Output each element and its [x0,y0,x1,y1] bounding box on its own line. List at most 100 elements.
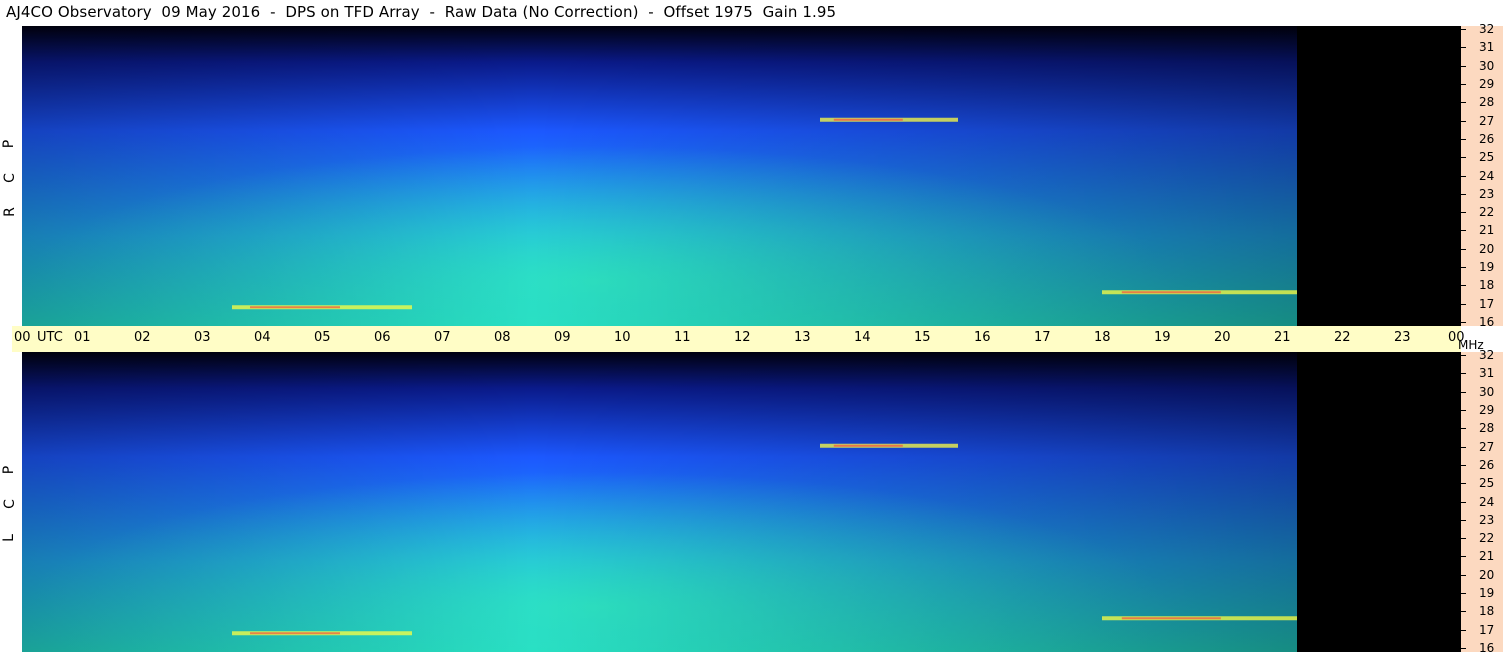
rcp-freq-tick [1461,230,1466,232]
rcp-freq-tick [1461,83,1466,85]
time-tick-label: 11 [674,330,691,345]
lcp-freq-tick-label: 21 [1479,549,1495,564]
rcp-freq-tick [1461,175,1466,177]
time-tick-label: 01 [74,330,91,345]
rcp-freq-tick-label: 19 [1479,260,1495,275]
feature-peak [833,118,903,121]
lcp-freq-tick [1461,409,1466,411]
rcp-freq-tick-label: 27 [1479,113,1495,128]
rcp-freq-tick [1461,138,1466,140]
time-tick-label: 20 [1214,330,1231,345]
time-tick-label: 09 [554,330,571,345]
rcp-freq-tick [1461,212,1466,214]
feature-peak [833,444,903,447]
time-tick-label: 07 [434,330,451,345]
lcp-freq-tick [1461,373,1466,375]
rcp-no-data-region [1297,26,1461,326]
rcp-freq-tick-label: 25 [1479,150,1495,165]
lcp-spectrogram [22,352,1297,652]
feature-peak [1121,617,1221,620]
time-tick-label: 05 [314,330,331,345]
lcp-freq-tick-label: 28 [1479,421,1495,436]
time-tick-label: 03 [194,330,211,345]
lcp-freq-tick [1461,648,1466,649]
lcp-freq-tick-label: 31 [1479,366,1495,381]
feature-peak [250,306,340,309]
time-tick-label: 18 [1094,330,1111,345]
lcp-letter-3: P [1,465,18,475]
lcp-frequency-axis: 32 31 30 29 28 27 26 25 24 23 22 21 20 19 18 17 16 [1461,349,1503,655]
lcp-freq-tick [1461,355,1466,356]
rcp-freq-tick [1461,193,1466,195]
lcp-freq-tick-label: 22 [1479,531,1495,546]
lcp-freq-tick-label: 25 [1479,476,1495,491]
rcp-letter-3: P [1,139,18,149]
time-tick-label: 02 [134,330,151,345]
chart-title: AJ4CO Observatory 09 May 2016 - DPS on T… [6,3,837,21]
lcp-letter-1: L [0,534,17,542]
rcp-freq-tick-label: 23 [1479,186,1495,201]
rcp-freq-tick [1461,29,1466,30]
lcp-no-data-region [1297,352,1461,652]
lcp-freq-tick-label: 16 [1479,641,1495,655]
time-tick-label: 19 [1154,330,1171,345]
lcp-freq-tick [1461,428,1466,430]
lcp-freq-tick [1461,446,1466,448]
time-tick-label: 12 [734,330,751,345]
rcp-freq-tick-label: 31 [1479,40,1495,55]
time-tick-label: 16 [974,330,991,345]
time-tick-label: 17 [1034,330,1051,345]
rcp-freq-tick [1461,65,1466,67]
time-shading [22,352,1297,652]
lcp-freq-tick [1461,519,1466,521]
lcp-freq-tick-label: 27 [1479,439,1495,454]
time-tick-label: 21 [1274,330,1291,345]
rcp-freq-tick-label: 16 [1479,315,1495,329]
rcp-freq-tick-label: 20 [1479,241,1495,256]
rcp-freq-tick [1461,285,1466,287]
rcp-freq-tick-label: 21 [1479,223,1495,238]
lcp-freq-tick-label: 30 [1479,384,1495,399]
rcp-letter-2: C [1,173,18,183]
time-tick-label: 22 [1334,330,1351,345]
lcp-freq-tick-label: 26 [1479,457,1495,472]
lcp-freq-tick-label: 19 [1479,586,1495,601]
time-tick-label: 06 [374,330,391,345]
rcp-freq-tick-label: 22 [1479,205,1495,220]
rcp-freq-tick-label: 32 [1479,22,1495,36]
time-axis: 00 01 02 03 04 05 06 07 08 09 10 11 12 13 14 15 16 17 18 19… [12,326,1465,352]
time-tick-label: 13 [794,330,811,345]
lcp-freq-tick-label: 23 [1479,512,1495,527]
lcp-freq-tick [1461,464,1466,466]
rcp-letter-1: R [1,207,18,217]
time-tick-label: 23 [1394,330,1411,345]
feature-peak [1121,291,1221,294]
rcp-freq-tick [1461,47,1466,49]
time-tick-label: 15 [914,330,931,345]
rcp-freq-tick-label: 28 [1479,95,1495,110]
rcp-freq-tick-label: 18 [1479,278,1495,293]
rcp-freq-tick-label: 26 [1479,131,1495,146]
rcp-freq-tick [1461,157,1466,159]
time-tick-label: 08 [494,330,511,345]
rcp-label: P C R [0,130,22,230]
rcp-freq-tick [1461,248,1466,250]
rcp-freq-tick-label: 29 [1479,76,1495,91]
rcp-freq-tick [1461,322,1466,323]
time-tick-label: 00 [14,330,31,345]
lcp-freq-tick-label: 17 [1479,622,1495,637]
lcp-freq-tick [1461,538,1466,540]
lcp-freq-tick [1461,483,1466,485]
utc-label: UTC [37,330,63,345]
lcp-freq-tick [1461,574,1466,576]
lcp-label: P C L [0,456,22,556]
rcp-freq-tick [1461,267,1466,269]
feature-peak [250,632,340,635]
lcp-freq-tick-label: 24 [1479,494,1495,509]
lcp-letter-2: C [1,499,18,509]
rcp-spectrogram [22,26,1297,326]
lcp-freq-tick [1461,611,1466,613]
time-tick-label: 14 [854,330,871,345]
lcp-freq-tick [1461,629,1466,631]
lcp-freq-tick-label: 20 [1479,567,1495,582]
